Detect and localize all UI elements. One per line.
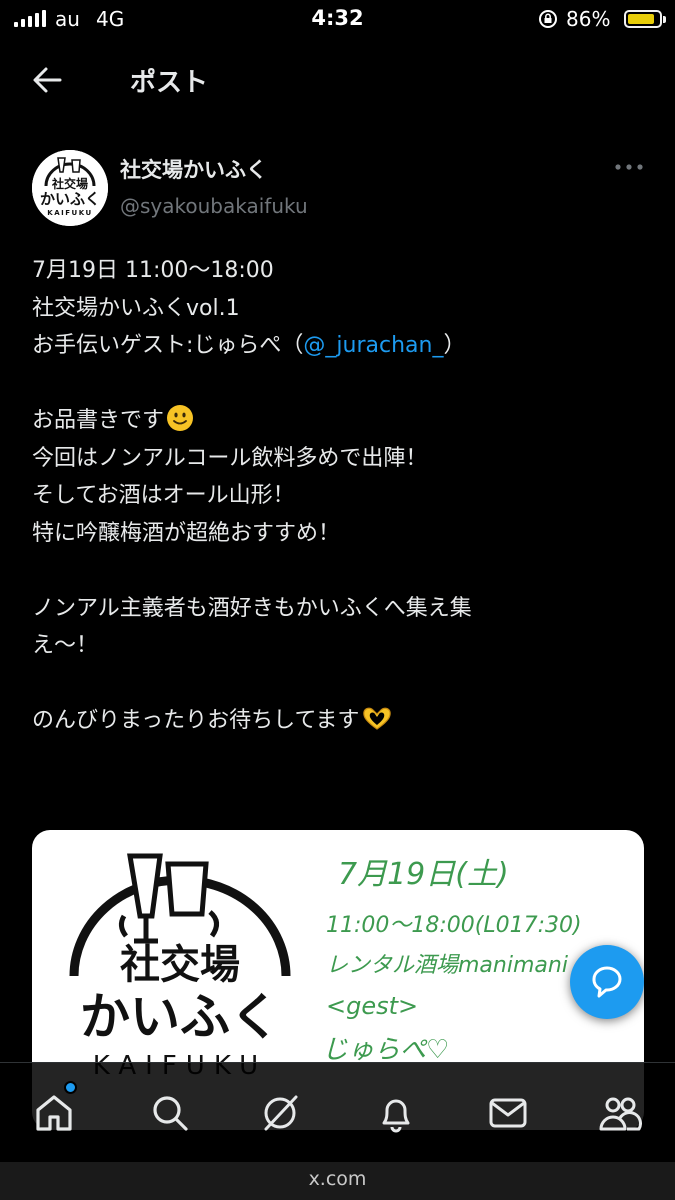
heart-hands-emoji-icon bbox=[363, 707, 392, 730]
search-icon[interactable] bbox=[148, 1091, 192, 1135]
handwritten-line: 11:00〜18:00(L017:30) bbox=[326, 913, 582, 938]
post-line: お品書きです bbox=[32, 402, 652, 440]
post-body: 7月19日 11:00〜18:00 社交場かいふくvol.1 お手伝いゲスト:じ… bbox=[32, 252, 652, 740]
post-line-text: お手伝いゲスト:じゅらぺ（ bbox=[32, 333, 304, 358]
post-line: 特に吟醸梅酒が超絶おすすめ！ bbox=[32, 515, 652, 553]
post-header: ポスト bbox=[0, 48, 675, 112]
notifications-icon[interactable] bbox=[374, 1091, 418, 1135]
logo-text-line2: かいふく bbox=[80, 988, 280, 1046]
post-line-text: 特に吟醸梅酒が超絶おすすめ！ bbox=[32, 520, 341, 546]
handwritten-line: <gest> bbox=[326, 992, 418, 1020]
post-line: ノンアル主義者も酒好きもかいふくへ集え集 bbox=[32, 590, 652, 628]
status-bar: au 4G 4:32 86% bbox=[0, 0, 675, 40]
post-line: のんびりまったりお待ちしてます bbox=[32, 702, 652, 740]
reply-fab-button[interactable] bbox=[570, 945, 644, 1019]
post-line-text: 今回はノンアルコール飲料多めで出陣！ bbox=[32, 445, 428, 471]
post-line: 7月19日 11:00〜18:00 bbox=[32, 252, 652, 290]
author-display-name[interactable]: 社交場かいふく bbox=[120, 154, 267, 184]
post-line-text: ノンアル主義者も酒好きもかいふくへ集え集 bbox=[32, 595, 472, 621]
kaifuku-logo-image: 社交場 かいふく KAIFUKU bbox=[69, 853, 291, 1076]
post-line: 今回はノンアルコール飲料多めで出陣！ bbox=[32, 440, 652, 478]
post-line-text: のんびりまったりお待ちしてます bbox=[32, 708, 360, 733]
reply-bubble-icon bbox=[592, 966, 622, 998]
grok-icon[interactable] bbox=[258, 1091, 302, 1135]
post-line-text: え〜！ bbox=[32, 633, 99, 658]
handwritten-line: レンタル酒場manimani bbox=[326, 953, 568, 978]
post-line-text: 7月19日 11:00〜18:00 bbox=[32, 258, 274, 283]
communities-icon[interactable] bbox=[598, 1091, 642, 1135]
post-line-text: そしてお酒はオール山形！ bbox=[32, 483, 295, 508]
battery-icon bbox=[624, 10, 666, 28]
messages-icon[interactable] bbox=[486, 1091, 530, 1135]
more-options-icon[interactable] bbox=[612, 155, 646, 179]
home-icon[interactable] bbox=[32, 1091, 76, 1135]
page-title: ポスト bbox=[130, 68, 209, 98]
post-line-text: ） bbox=[443, 333, 466, 358]
kaifuku-logo-avatar: 社交場 かいふく KAIFUKU bbox=[32, 150, 108, 226]
avatar-logo-line3: KAIFUKU bbox=[47, 209, 92, 217]
avatar-logo-line1: 社交場 bbox=[51, 176, 88, 191]
post-line: え〜！ bbox=[32, 627, 652, 665]
post-line-text: 社交場かいふくvol.1 bbox=[32, 295, 240, 321]
url-text: x.com bbox=[308, 1168, 367, 1190]
author-handle[interactable]: @syakoubakaifuku bbox=[120, 194, 308, 218]
post-line-text: お品書きです bbox=[32, 408, 165, 433]
post-line: お手伝いゲスト:じゅらぺ（@_jurachan_） bbox=[32, 327, 652, 365]
rotation-lock-icon bbox=[539, 10, 557, 28]
handwritten-line: じゅらぺ♡ bbox=[322, 1035, 449, 1065]
post-line: 社交場かいふくvol.1 bbox=[32, 290, 652, 328]
avatar-logo-line2: かいふく bbox=[40, 190, 100, 208]
handwritten-line: 7月19日(土) bbox=[338, 857, 509, 892]
back-arrow-icon[interactable] bbox=[28, 62, 68, 98]
logo-text-line1: 社交場 bbox=[120, 942, 240, 988]
battery-percentage: 86% bbox=[566, 7, 611, 31]
bottom-navigation bbox=[0, 1062, 675, 1162]
avatar[interactable]: 社交場 かいふく KAIFUKU bbox=[32, 150, 108, 226]
smiling-face-emoji-icon bbox=[167, 405, 194, 431]
home-notification-dot bbox=[64, 1081, 77, 1094]
post-line: そしてお酒はオール山形！ bbox=[32, 477, 652, 515]
mention-link[interactable]: @_jurachan_ bbox=[303, 333, 443, 358]
browser-url-bar[interactable]: x.com bbox=[0, 1162, 675, 1200]
